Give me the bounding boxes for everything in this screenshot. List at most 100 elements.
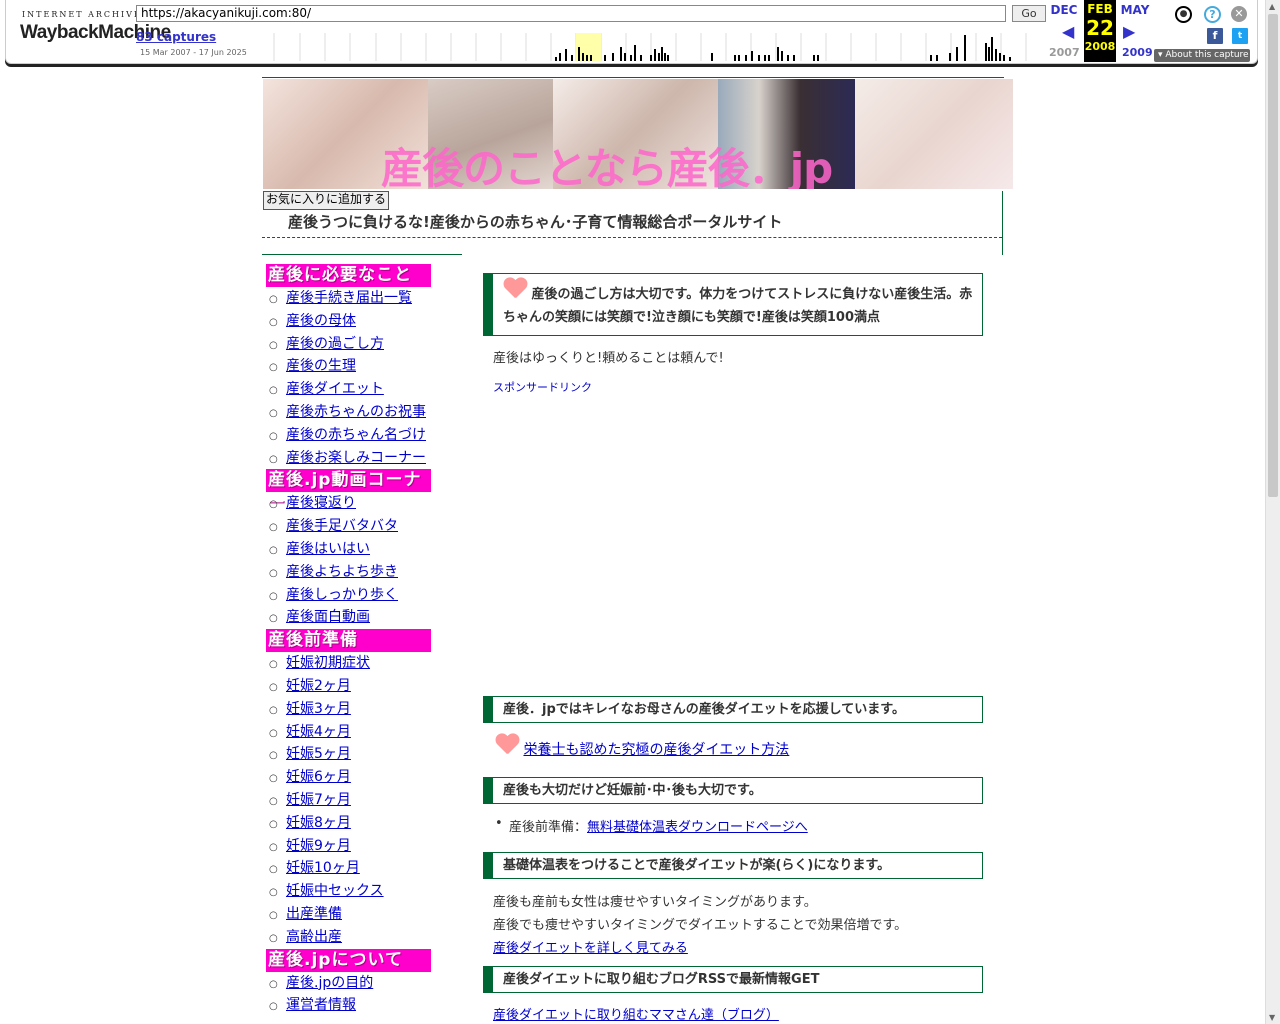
sidebar-item: 出産準備 [266, 903, 436, 926]
sidebar-link[interactable]: 妊娠中セックス [286, 883, 384, 899]
header-bottom-border [262, 254, 462, 255]
sidebar-link[interactable]: 産後の過ごし方 [286, 336, 384, 352]
current-month: FEB [1087, 2, 1113, 16]
sidebar-item: 産後しっかり歩く [266, 584, 436, 607]
help-icon[interactable]: ? [1204, 6, 1221, 23]
scrollbar-thumb[interactable] [1268, 14, 1278, 497]
wayback-logo-caption: INTERNET ARCHIVE [22, 10, 142, 19]
facebook-icon[interactable]: f [1207, 28, 1223, 44]
sidebar-link[interactable]: 産後.jpの目的 [286, 975, 373, 991]
sidebar-link[interactable]: 産後お楽しみコーナー [286, 450, 426, 466]
capture-sparkline[interactable] [268, 33, 1046, 61]
sidebar-section-title: 産後.jpについて [266, 948, 431, 972]
sidebar-list: 産後.jpの目的 運営者情報 [266, 972, 436, 1018]
sidebar-item: 運営者情報 [266, 994, 436, 1017]
sidebar-list: 産後寝返り 産後手足バタバタ 産後はいはい 産後よちよち歩き 産後しっかり歩く … [266, 492, 436, 629]
pregnancy-heading: 産後も大切だけど妊娠前･中･後も大切です。 [503, 783, 762, 798]
prev-capture-arrow-icon[interactable]: ◀ [1062, 22, 1074, 41]
wayback-url-input[interactable]: https://akacyanikuji.com:80/ [136, 5, 1006, 22]
sidebar-link[interactable]: 妊娠初期症状 [286, 655, 370, 671]
sidebar-item: 産後面白動画 [266, 606, 436, 629]
close-icon[interactable]: ✕ [1231, 6, 1247, 22]
bullet-icon: • [495, 816, 503, 831]
user-account-icon[interactable]: ● [1175, 6, 1192, 23]
sidebar-link[interactable]: 妊娠3ヶ月 [286, 701, 351, 717]
wayback-go-button[interactable]: Go [1012, 5, 1046, 22]
sidebar-item: 産後の赤ちゃん名づけ [266, 424, 436, 447]
capture-date-range: 15 Mar 2007 - 17 Jun 2025 [140, 48, 247, 57]
sidebar-link[interactable]: 産後手足バタバタ [286, 518, 398, 534]
sidebar-item: 妊娠4ヶ月 [266, 721, 436, 744]
diet-method-link[interactable]: 栄養士も認めた究極の産後ダイエット方法 [523, 742, 789, 758]
current-day: 22 [1086, 16, 1114, 40]
sidebar-item: 妊娠2ヶ月 [266, 675, 436, 698]
sidebar-link[interactable]: 妊娠9ヶ月 [286, 838, 351, 854]
prev-month-label[interactable]: DEC [1049, 3, 1079, 17]
next-month-label[interactable]: MAY [1120, 3, 1150, 17]
intro-heading-box: 産後の過ごし方は大切です。体力をつけてストレスに負けない産後生活。赤ちゃんの笑顔… [483, 273, 983, 336]
sidebar-link[interactable]: 妊娠8ヶ月 [286, 815, 351, 831]
twitter-icon[interactable]: t [1232, 28, 1248, 44]
sidebar-link[interactable]: 妊娠5ヶ月 [286, 746, 351, 762]
page-scrollbar[interactable]: ▲ ▼ [1265, 0, 1280, 1024]
sidebar-item: 産後の生理 [266, 355, 436, 378]
current-year: 2008 [1084, 40, 1116, 53]
sidebar-link[interactable]: 産後赤ちゃんのお祝事 [286, 404, 426, 420]
main-content: 産後の過ごし方は大切です。体力をつけてストレスに負けない産後生活。赤ちゃんの笑顔… [483, 273, 983, 1023]
diet-paragraph-2: 産後でも痩せやすいタイミングでダイエットすることで効果倍増です。 [493, 918, 908, 933]
scroll-down-arrow-icon[interactable]: ▼ [1269, 1013, 1275, 1022]
sidebar-item: 妊娠初期症状 [266, 652, 436, 675]
sidebar-link[interactable]: 妊娠10ヶ月 [286, 860, 360, 876]
sidebar-link[interactable]: 産後の生理 [286, 358, 356, 374]
sidebar-link[interactable]: 産後よちよち歩き [286, 564, 398, 580]
current-capture-date: FEB 22 2008 [1084, 0, 1116, 62]
sidebar-item: 妊娠6ヶ月 [266, 766, 436, 789]
add-to-favorites-button[interactable]: お気に入りに追加する [263, 191, 390, 210]
sidebar-link[interactable]: 高齢出産 [286, 929, 342, 945]
sidebar-item: 高齢出産 [266, 926, 436, 949]
header-divider [262, 237, 1002, 238]
sidebar-link[interactable]: 運営者情報 [286, 997, 356, 1013]
sidebar-item: 産後の母体 [266, 310, 436, 333]
sidebar-link[interactable]: 妊娠6ヶ月 [286, 769, 351, 785]
sidebar-link[interactable]: 妊娠7ヶ月 [286, 792, 351, 808]
mama-blog-link[interactable]: 産後ダイエットに取り組むママさん達（ブログ） [493, 1004, 779, 1023]
captures-link[interactable]: 83 captures [136, 30, 216, 44]
sidebar-link[interactable]: 産後手続き届出一覧 [286, 290, 412, 306]
sidebar-link[interactable]: 妊娠2ヶ月 [286, 678, 351, 694]
sidebar-link[interactable]: 妊娠4ヶ月 [286, 724, 351, 740]
prep-label: 産後前準備： [509, 820, 588, 835]
diet-details-link[interactable]: 産後ダイエットを詳しく見てみる [493, 937, 688, 956]
basal-temp-heading-box: 基礎体温表をつけることで産後ダイエットが楽(らく)になります。 [483, 852, 983, 879]
sidebar-link[interactable]: 産後ダイエット [286, 381, 384, 397]
sidebar-item: 産後お楽しみコーナー [266, 447, 436, 470]
sidebar-item: 産後よちよち歩き [266, 561, 436, 584]
prev-year-label[interactable]: 2007 [1049, 46, 1080, 59]
sidebar-link[interactable]: 産後面白動画 [286, 609, 370, 625]
scroll-up-arrow-icon[interactable]: ▲ [1269, 2, 1275, 11]
basal-temp-heading: 基礎体温表をつけることで産後ダイエットが楽(らく)になります。 [503, 858, 891, 873]
diet-link-row: 栄養士も認めた究極の産後ダイエット方法 [495, 734, 789, 759]
sidebar-link[interactable]: 産後しっかり歩く [286, 587, 398, 603]
sidebar-link[interactable]: 産後の母体 [286, 313, 356, 329]
next-year-label[interactable]: 2009 [1122, 46, 1153, 59]
sidebar: 産後に必要なこと 産後手続き届出一覧 産後の母体 産後の過ごし方 産後の生理 産… [266, 264, 436, 1017]
sidebar-item: 妊娠8ヶ月 [266, 812, 436, 835]
basal-temp-download-link[interactable]: 無料基礎体温表ダウンロードページへ [587, 820, 808, 835]
next-capture-arrow-icon[interactable]: ▶ [1123, 22, 1135, 41]
diet-heading-box: 産後．jpではキレイなお母さんの産後ダイエットを応援しています。 [483, 696, 983, 723]
about-capture-dropdown[interactable]: ▾ About this capture [1154, 49, 1250, 62]
sidebar-link[interactable]: 出産準備 [286, 906, 342, 922]
blog-rss-heading-box: 産後ダイエットに取り組むブログRSSで最新情報GET [483, 966, 983, 993]
about-capture-label: About this capture [1165, 50, 1249, 60]
sidebar-link[interactable]: 産後はいはい [286, 541, 370, 557]
diet-paragraph-1: 産後も産前も女性は痩せやすいタイミングがあります。 [493, 895, 817, 910]
baby-photo-4 [855, 79, 1013, 189]
sidebar-link[interactable]: 産後の赤ちゃん名づけ [286, 427, 426, 443]
sidebar-link[interactable]: 産後寝返り [286, 495, 356, 511]
sidebar-item: 産後寝返り [266, 492, 436, 515]
sidebar-section-title: 産後前準備 [266, 629, 431, 653]
sidebar-section-title: 産後に必要なこと [266, 264, 431, 287]
sidebar-item: 産後.jpの目的 [266, 972, 436, 995]
site-header: 産後のことなら産後．jp お気に入りに追加する 産後うつに負けるな!産後からの赤… [262, 77, 1013, 255]
